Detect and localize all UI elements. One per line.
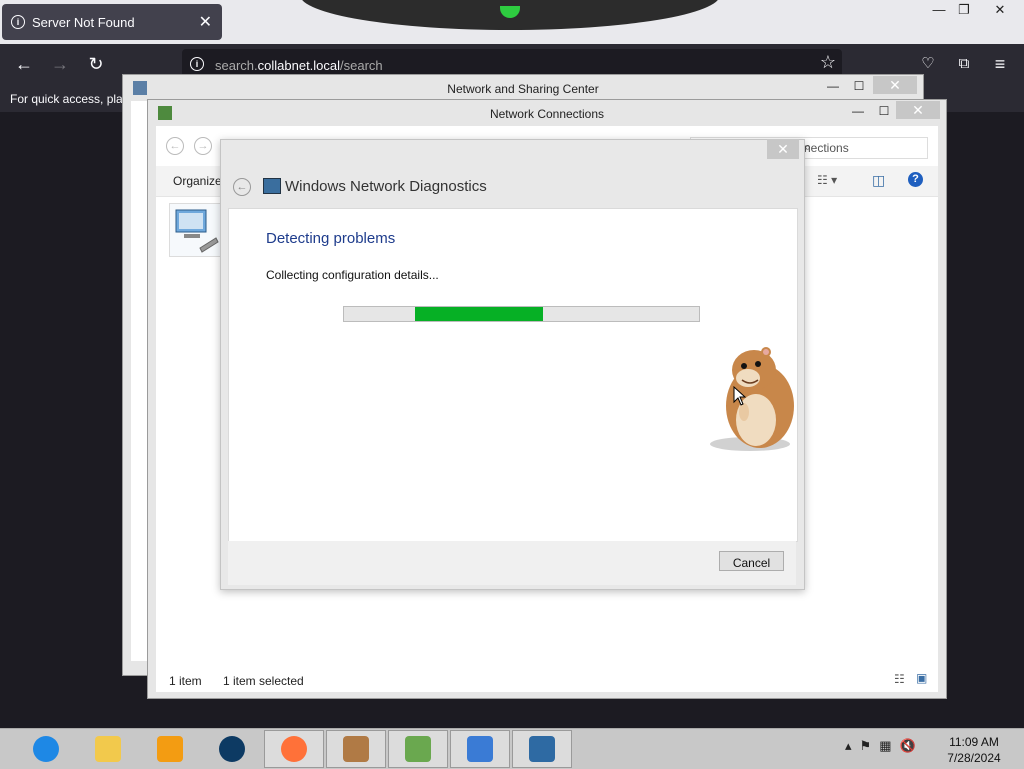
file-explorer-icon	[95, 736, 121, 762]
close-button[interactable]: ✕	[896, 101, 940, 119]
hamster-mascot-image	[710, 347, 794, 451]
minimize-button[interactable]: —	[848, 102, 868, 120]
action-center-flag-icon[interactable]: ⚑	[860, 738, 880, 753]
progress-bar	[343, 306, 700, 322]
taskbar-clock[interactable]: 11:09 AM 7/28/2024	[930, 734, 1018, 766]
taskbar-button-globe[interactable]	[202, 730, 262, 768]
clock-date: 7/28/2024	[947, 751, 1001, 765]
details-view-icon[interactable]: ☷	[894, 672, 905, 686]
close-browser-button[interactable]: ✕	[978, 2, 1022, 18]
search-icon[interactable]: ⌕	[804, 139, 921, 155]
network-diagnostics-icon	[529, 736, 555, 762]
site-info-icon[interactable]: i	[190, 57, 204, 71]
clock-time: 11:09 AM	[949, 735, 999, 749]
maximize-button[interactable]: ☐	[874, 102, 894, 120]
taskbar-button-file-explorer[interactable]	[78, 730, 138, 768]
firefox-icon	[281, 736, 307, 762]
diagnostics-icon	[263, 178, 281, 194]
taskbar-button-control-panel[interactable]	[450, 730, 510, 768]
control-panel-icon	[467, 736, 493, 762]
item-count: 1 item	[169, 674, 202, 688]
restore-browser-button[interactable]: ❐	[953, 2, 975, 18]
taskbar-button-firefox[interactable]	[264, 730, 324, 768]
system-tray: ▴⚑▦🔇	[845, 738, 924, 754]
globe-icon	[219, 736, 245, 762]
media-player-icon	[157, 736, 183, 762]
help-icon[interactable]: ?	[908, 172, 923, 187]
cancel-button[interactable]: Cancel	[719, 551, 784, 571]
tab-close-icon[interactable]: ✕	[199, 12, 212, 32]
taskbar-button-network-diagnostics[interactable]	[512, 730, 572, 768]
network-status-icon[interactable]: ▦	[879, 738, 899, 753]
preview-pane-icon[interactable]: ◫	[872, 172, 885, 189]
mouse-cursor-icon	[733, 386, 747, 406]
people-icon	[405, 736, 431, 762]
forward-arrow-icon[interactable]: →	[48, 52, 72, 76]
pocket-icon[interactable]: ♡	[916, 52, 940, 76]
maximize-button[interactable]: ☐	[849, 77, 869, 95]
volume-muted-icon[interactable]: 🔇	[899, 738, 923, 753]
extensions-icon[interactable]: ⧉	[952, 52, 976, 76]
back-arrow-icon[interactable]: ←	[12, 52, 36, 76]
nav-forward-icon[interactable]: →	[194, 137, 212, 155]
hamster-icon	[343, 736, 369, 762]
info-icon: i	[11, 15, 25, 29]
selected-count: 1 item selected	[223, 674, 304, 688]
taskbar-button-people[interactable]	[388, 730, 448, 768]
show-hidden-icons-icon[interactable]: ▴	[845, 738, 860, 753]
taskbar-button-hamster[interactable]	[326, 730, 386, 768]
large-icons-view-icon[interactable]: ▣	[916, 671, 927, 685]
bookmark-star-icon[interactable]: ☆	[820, 52, 836, 73]
minimize-browser-button[interactable]: —	[928, 2, 950, 17]
network-adapter-item[interactable]	[169, 203, 223, 257]
nav-back-icon[interactable]: ←	[166, 137, 184, 155]
tab-title: Server Not Found	[32, 15, 135, 30]
dialog-footer	[228, 541, 796, 585]
taskbar-button-media-player[interactable]	[140, 730, 200, 768]
close-button[interactable]: ✕	[873, 76, 917, 94]
network-adapter-icon	[175, 209, 219, 253]
internet-explorer-icon	[33, 736, 59, 762]
browser-tab[interactable]: i Server Not Found ✕	[2, 4, 222, 40]
progress-fill	[415, 307, 543, 321]
taskbar-button-internet-explorer[interactable]	[16, 730, 76, 768]
bookmarks-hint: For quick access, plac	[10, 92, 129, 106]
menu-hamburger-icon[interactable]: ≡	[988, 52, 1012, 76]
organize-menu[interactable]: Organize	[173, 174, 222, 188]
dialog-close-button[interactable]: ✕	[767, 139, 799, 159]
reload-icon[interactable]: ↻	[84, 52, 108, 76]
minimize-button[interactable]: —	[823, 77, 843, 95]
window-title: Network Connections	[489, 107, 605, 121]
window-title: Network and Sharing Center	[447, 82, 599, 96]
dialog-back-icon[interactable]: ←	[233, 178, 251, 196]
dialog-status-text: Collecting configuration details...	[266, 268, 439, 282]
status-bar: 1 item 1 item selected ☷ ▣	[156, 668, 938, 692]
change-view-icon[interactable]: ☷ ▾	[817, 173, 837, 187]
dialog-heading: Detecting problems	[266, 230, 396, 247]
url-text: search.collabnet.local/search	[215, 58, 383, 73]
dialog-title: Windows Network Diagnostics	[285, 178, 487, 195]
